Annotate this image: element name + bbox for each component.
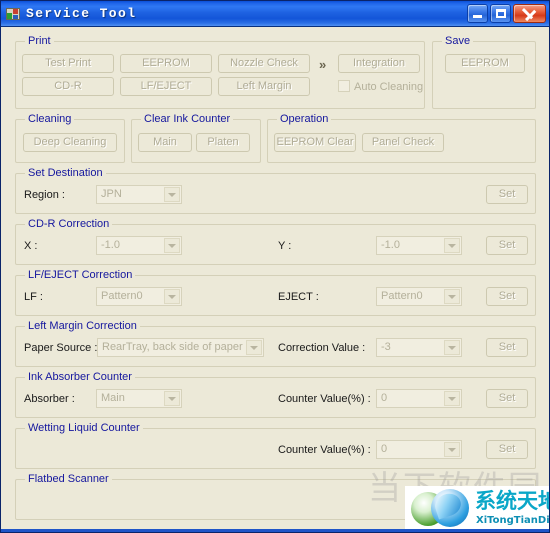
wetting-liquid-counter-set-button[interactable]: Set <box>486 440 528 459</box>
eject-select[interactable]: Pattern0 <box>376 287 462 306</box>
window-title: Service Tool <box>26 6 137 21</box>
lf-eject-correction-set-button[interactable]: Set <box>486 287 528 306</box>
integration-button[interactable]: Integration <box>338 54 420 73</box>
title-bar[interactable]: Service Tool <box>1 1 549 27</box>
deep-cleaning-button[interactable]: Deep Cleaning <box>23 133 117 152</box>
cdr-x-value: -1.0 <box>101 239 120 251</box>
cdr-correction-group: CD-R Correction X : -1.0 Y : -1.0 Set <box>15 218 536 265</box>
clear-ink-counter-group: Clear Ink Counter Main Platen <box>131 113 261 163</box>
left-margin-correction-title: Left Margin Correction <box>25 320 140 332</box>
left-margin-correction-group: Left Margin Correction Paper Source : Re… <box>15 320 536 367</box>
correction-value-select[interactable]: -3 <box>376 338 462 357</box>
left-margin-button[interactable]: Left Margin <box>218 77 310 96</box>
correction-value-label: Correction Value : <box>278 342 366 354</box>
clear-ink-main-button[interactable]: Main <box>138 133 192 152</box>
operation-group-title: Operation <box>277 113 332 125</box>
lf-eject-button[interactable]: LF/EJECT <box>120 77 212 96</box>
wetting-counter-value-select[interactable]: 0 <box>376 440 462 459</box>
cleaning-group: Cleaning Deep Cleaning <box>15 113 125 163</box>
ink-absorber-counter-title: Ink Absorber Counter <box>25 371 135 383</box>
test-print-button[interactable]: Test Print <box>22 54 114 73</box>
wetting-liquid-counter-group: Wetting Liquid Counter Counter Value(%) … <box>15 422 536 469</box>
auto-cleaning-checkbox[interactable] <box>338 80 350 92</box>
maximize-button[interactable] <box>490 4 511 23</box>
chevron-down-icon[interactable] <box>444 391 460 406</box>
lf-value: Pattern0 <box>101 290 143 302</box>
chevron-down-icon[interactable] <box>164 391 180 406</box>
panel-check-button[interactable]: Panel Check <box>362 133 444 152</box>
minimize-icon <box>473 15 482 18</box>
service-tool-window: Service Tool Print Test Print EEPROM Noz… <box>0 0 550 533</box>
set-destination-group: Set Destination Region : JPN Set <box>15 167 536 214</box>
clear-ink-counter-group-title: Clear Ink Counter <box>141 113 234 125</box>
cd-r-button[interactable]: CD-R <box>22 77 114 96</box>
window-controls <box>467 4 546 23</box>
lf-label: LF : <box>24 291 43 303</box>
print-group: Print Test Print EEPROM Nozzle Check CD-… <box>15 35 425 109</box>
save-eeprom-button[interactable]: EEPROM <box>445 54 525 73</box>
print-eeprom-button[interactable]: EEPROM <box>120 54 212 73</box>
correction-value: -3 <box>381 341 391 353</box>
flatbed-scanner-title: Flatbed Scanner <box>25 473 112 485</box>
absorber-label: Absorber : <box>24 393 75 405</box>
set-destination-set-button[interactable]: Set <box>486 185 528 204</box>
nozzle-check-button[interactable]: Nozzle Check <box>218 54 310 73</box>
absorber-select[interactable]: Main <box>96 389 182 408</box>
set-destination-title: Set Destination <box>25 167 106 179</box>
wetting-liquid-counter-title: Wetting Liquid Counter <box>25 422 143 434</box>
cdr-x-label: X : <box>24 240 38 252</box>
paper-source-label: Paper Source : <box>24 342 98 354</box>
chevron-down-icon[interactable] <box>444 340 460 355</box>
chevron-down-icon[interactable] <box>444 442 460 457</box>
cdr-y-value: -1.0 <box>381 239 400 251</box>
region-select[interactable]: JPN <box>96 185 182 204</box>
operation-group: Operation EEPROM Clear Panel Check <box>267 113 536 163</box>
clear-ink-platen-button[interactable]: Platen <box>196 133 250 152</box>
chevron-down-icon[interactable] <box>444 238 460 253</box>
chevron-right-icon: » <box>319 57 326 72</box>
eject-label: EJECT : <box>278 291 319 303</box>
chevron-down-icon[interactable] <box>164 289 180 304</box>
absorber-value: Main <box>101 392 125 404</box>
wetting-counter-value: 0 <box>381 443 388 455</box>
wetting-counter-value-label: Counter Value(%) : <box>278 444 371 456</box>
save-group: Save EEPROM <box>432 35 536 109</box>
paper-source-select[interactable]: RearTray, back side of paper <box>97 338 264 357</box>
region-value: JPN <box>101 188 122 200</box>
cdr-correction-set-button[interactable]: Set <box>486 236 528 255</box>
client-area: Print Test Print EEPROM Nozzle Check CD-… <box>1 27 549 532</box>
lf-eject-correction-group: LF/EJECT Correction LF : Pattern0 EJECT … <box>15 269 536 316</box>
chevron-down-icon[interactable] <box>164 187 180 202</box>
left-margin-correction-set-button[interactable]: Set <box>486 338 528 357</box>
save-group-title: Save <box>442 35 474 47</box>
cleaning-group-title: Cleaning <box>25 113 75 125</box>
close-button[interactable] <box>513 4 546 23</box>
maximize-icon <box>496 9 506 18</box>
cdr-x-select[interactable]: -1.0 <box>96 236 182 255</box>
absorber-counter-value-label: Counter Value(%) : <box>278 393 371 405</box>
region-label: Region : <box>24 189 65 201</box>
minimize-button[interactable] <box>467 4 488 23</box>
cdr-correction-title: CD-R Correction <box>25 218 113 230</box>
lf-eject-correction-title: LF/EJECT Correction <box>25 269 136 281</box>
absorber-counter-value: 0 <box>381 392 388 404</box>
printer-icon <box>5 6 21 22</box>
lf-select[interactable]: Pattern0 <box>96 287 182 306</box>
auto-cleaning-label: Auto Cleaning <box>354 81 424 93</box>
cdr-y-label: Y : <box>278 240 292 252</box>
paper-source-value: RearTray, back side of paper <box>102 341 243 353</box>
ink-absorber-counter-set-button[interactable]: Set <box>486 389 528 408</box>
ink-absorber-counter-group: Ink Absorber Counter Absorber : Main Cou… <box>15 371 536 418</box>
window-bottom-edge <box>1 529 549 532</box>
cdr-y-select[interactable]: -1.0 <box>376 236 462 255</box>
eeprom-clear-button[interactable]: EEPROM Clear <box>274 133 356 152</box>
chevron-down-icon[interactable] <box>444 289 460 304</box>
absorber-counter-value-select[interactable]: 0 <box>376 389 462 408</box>
flatbed-scanner-group: Flatbed Scanner <box>15 473 536 520</box>
eject-value: Pattern0 <box>381 290 423 302</box>
chevron-down-icon[interactable] <box>246 340 262 355</box>
print-group-title: Print <box>25 35 54 47</box>
chevron-down-icon[interactable] <box>164 238 180 253</box>
